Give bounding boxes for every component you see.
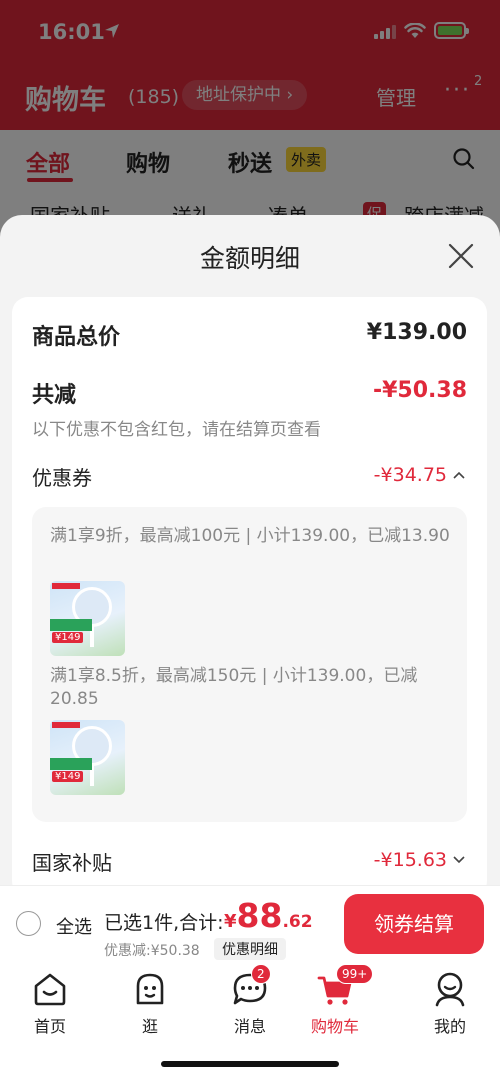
coupon-value: -¥34.75 <box>373 464 447 486</box>
subsidy-label: 国家补贴 <box>32 851 112 875</box>
tab-cart-label: 购物车 <box>310 1017 359 1036</box>
coupon-row-toggle[interactable]: -¥34.75 <box>374 464 465 486</box>
amount-detail-card: 商品总价 ¥139.00 共减 -¥50.38 以下优惠不包含红包，请在结算页查… <box>12 297 487 897</box>
subsidy-value: -¥15.63 <box>373 849 447 871</box>
discount-info: 优惠减:¥50.38 <box>104 943 200 959</box>
coupon-rule-text: 满1享9折，最高减100元 | 小计139.00，已减13.90 <box>50 526 450 546</box>
select-all-checkbox[interactable] <box>16 911 41 936</box>
thumbnail-price: ¥149 <box>52 632 84 643</box>
home-indicator <box>161 1061 339 1067</box>
cart-badge: 99+ <box>336 964 374 984</box>
total-price-value: ¥139.00 <box>366 320 467 345</box>
currency-symbol: ¥ <box>224 911 237 932</box>
tab-browse[interactable]: 逛 <box>110 970 190 1037</box>
product-thumbnail[interactable]: ¥149 <box>50 720 125 795</box>
discount-detail-button[interactable]: 优惠明细 <box>214 938 286 960</box>
total-decimal: .62 <box>282 912 313 932</box>
total-price-label: 商品总价 <box>32 325 121 350</box>
checkout-bar: 全选 已选1件,合计: ¥88.62 优惠减:¥50.38 优惠明细 领券结算 <box>0 885 500 962</box>
reduction-note: 以下优惠不包含红包，请在结算页查看 <box>32 420 321 440</box>
tab-home-label: 首页 <box>33 1017 66 1036</box>
tab-profile[interactable]: 我的 <box>410 970 490 1037</box>
close-icon[interactable] <box>447 242 475 270</box>
tab-home[interactable]: 首页 <box>10 970 90 1037</box>
checkout-button[interactable]: 领券结算 <box>344 894 484 954</box>
home-icon <box>34 973 66 1006</box>
messages-badge: 2 <box>251 964 271 984</box>
reduction-label: 共减 <box>32 383 77 408</box>
coupon-label: 优惠券 <box>32 466 92 490</box>
browse-icon <box>136 973 164 1005</box>
product-thumbnail[interactable]: ¥149 <box>50 581 125 656</box>
tab-browse-label: 逛 <box>141 1017 158 1036</box>
tab-profile-label: 我的 <box>433 1017 466 1036</box>
chevron-up-icon <box>453 471 465 479</box>
sheet-title: 金额明细 <box>199 244 300 273</box>
total-integer: 88 <box>236 896 283 935</box>
select-all-label[interactable]: 全选 <box>56 913 92 939</box>
selected-info: 已选1件,合计: <box>104 912 224 934</box>
tab-messages-label: 消息 <box>233 1017 266 1036</box>
tab-cart[interactable]: 99+ 购物车 <box>295 964 375 1037</box>
chevron-down-icon <box>453 856 465 864</box>
reduction-value: -¥50.38 <box>372 378 467 403</box>
total-amount: ¥88.62 <box>224 896 313 935</box>
coupon-detail-box: 满1享9折，最高减100元 | 小计139.00，已减13.90 ¥149 满1… <box>32 507 467 822</box>
thumbnail-price: ¥149 <box>52 771 84 782</box>
coupon-rule-text: 满1享8.5折，最高减150元 | 小计139.00，已减20.85 <box>50 666 418 709</box>
profile-icon <box>435 972 465 1007</box>
subsidy-row-toggle[interactable]: -¥15.63 <box>374 849 465 871</box>
tab-messages[interactable]: 2 消息 <box>210 964 290 1037</box>
